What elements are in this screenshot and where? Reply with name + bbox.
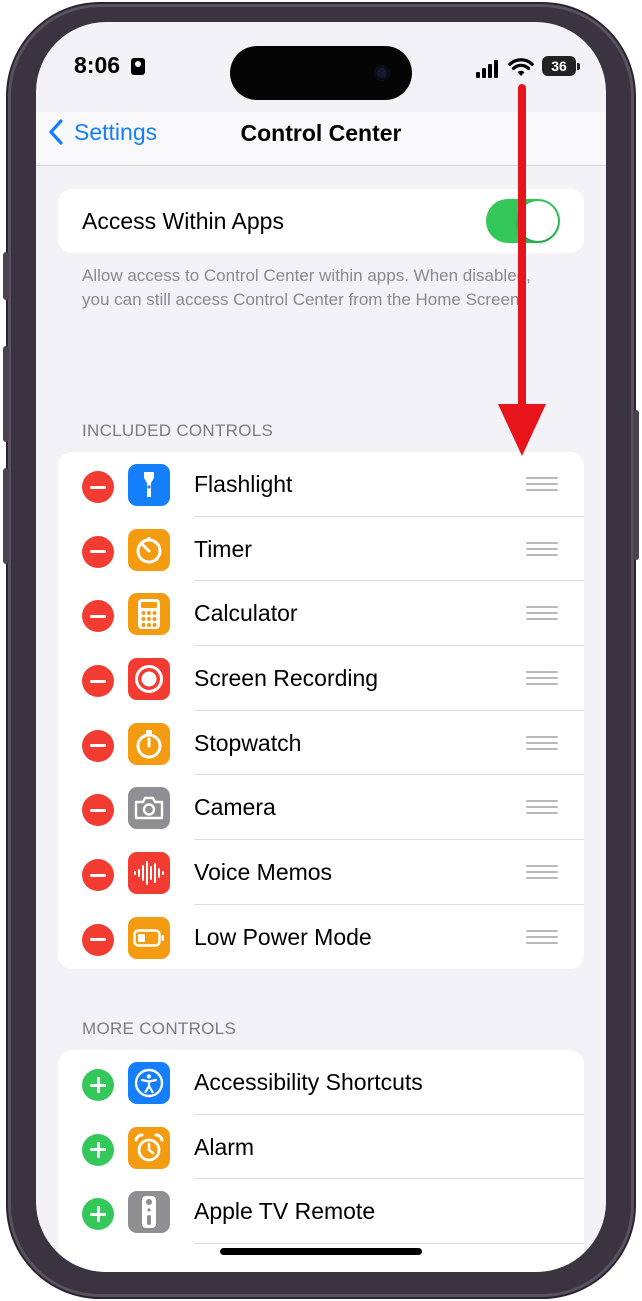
access-within-apps-row: Access Within Apps	[58, 189, 584, 253]
remove-control-button[interactable]	[82, 729, 114, 762]
volume-down-button	[3, 468, 9, 564]
reorder-handle-icon[interactable]	[526, 606, 558, 621]
control-label: Voice Memos	[194, 859, 333, 886]
home-indicator[interactable]	[220, 1248, 422, 1255]
screen-recording-icon	[128, 658, 170, 701]
control-label: Alarm	[194, 1133, 255, 1160]
cellular-signal-icon	[476, 60, 502, 78]
control-label: Low Power Mode	[194, 923, 372, 950]
control-label: Calculator	[194, 600, 298, 627]
control-row-remote[interactable]: Apple TV Remote	[58, 1179, 584, 1245]
control-row-accessibility[interactable]: Accessibility Shortcuts	[58, 1050, 584, 1115]
reorder-handle-icon[interactable]	[526, 735, 558, 751]
control-row-battery[interactable]: Low Power Mode	[58, 905, 584, 969]
battery-percent: 36	[551, 58, 567, 74]
add-control-button[interactable]	[82, 1069, 114, 1101]
battery-level-icon: 36	[542, 56, 580, 76]
reorder-handle-icon[interactable]	[526, 800, 558, 815]
control-row-calculator[interactable]: Calculator	[58, 581, 584, 647]
control-row-voice-memos[interactable]: Voice Memos	[58, 840, 584, 905]
add-control-button[interactable]	[82, 1198, 114, 1231]
battery-icon	[128, 916, 170, 959]
control-label: Flashlight	[194, 471, 293, 497]
stopwatch-icon	[128, 722, 170, 765]
remove-control-button[interactable]	[82, 923, 114, 956]
navigation-bar: Settings Control Center	[36, 112, 606, 166]
timer-icon	[128, 528, 170, 571]
reorder-handle-icon[interactable]	[526, 671, 558, 686]
status-time: 8:06	[74, 52, 121, 78]
control-label: Timer	[194, 535, 252, 562]
control-label: Camera	[194, 794, 276, 821]
control-row-screen-recording[interactable]: Screen Recording	[58, 646, 584, 711]
access-within-apps-toggle[interactable]	[486, 199, 560, 243]
camera-icon	[128, 787, 170, 830]
control-row-timer[interactable]: Timer	[58, 517, 584, 582]
access-within-apps-label: Access Within Apps	[82, 207, 284, 234]
remove-control-button[interactable]	[82, 600, 114, 633]
reorder-handle-icon[interactable]	[526, 865, 558, 880]
remove-control-button[interactable]	[82, 859, 114, 892]
control-label: Apple TV Remote	[194, 1198, 376, 1225]
voice-memos-icon	[128, 852, 170, 895]
flashlight-icon	[128, 464, 170, 506]
remove-control-button[interactable]	[82, 535, 114, 568]
remove-control-button[interactable]	[82, 794, 114, 827]
contact-badge-icon	[131, 58, 145, 75]
access-card: Access Within Apps	[58, 189, 584, 253]
screen: 8:06 36 Settings Control Center Access W…	[36, 22, 606, 1272]
included-controls-header: INCLUDED CONTROLS	[82, 421, 274, 440]
page-title: Control Center	[240, 120, 402, 146]
remove-control-button[interactable]	[82, 665, 114, 698]
control-label: Screen Recording	[194, 665, 379, 692]
alarm-icon	[128, 1126, 170, 1169]
access-footnote: Allow access to Control Center within ap…	[82, 266, 531, 309]
calculator-icon	[128, 593, 170, 636]
volume-up-button	[3, 346, 9, 442]
reorder-handle-icon[interactable]	[526, 929, 558, 945]
accessibility-icon	[128, 1062, 170, 1104]
wifi-icon	[508, 58, 534, 76]
more-controls-list: Accessibility Shortcuts Alarm Apple TV Rem…	[58, 1050, 584, 1272]
control-row-alarm[interactable]: Alarm	[58, 1115, 584, 1180]
control-row-camera[interactable]: Camera	[58, 775, 584, 841]
action-button	[3, 252, 9, 300]
remove-control-button[interactable]	[82, 471, 114, 503]
reorder-handle-icon[interactable]	[526, 541, 558, 557]
control-row-flashlight[interactable]: Flashlight	[58, 452, 584, 517]
toggle-knob	[518, 201, 558, 241]
add-control-button[interactable]	[82, 1133, 114, 1166]
reorder-handle-icon[interactable]	[526, 477, 558, 492]
dynamic-island	[230, 46, 412, 100]
more-controls-header: MORE CONTROLS	[82, 1019, 237, 1038]
control-label: Accessibility Shortcuts	[194, 1069, 423, 1095]
control-label: Stopwatch	[194, 729, 302, 756]
row-separator	[194, 1243, 584, 1245]
power-button	[633, 410, 639, 560]
included-controls-list: Flashlight Timer Calculator Screen Recordin…	[58, 452, 584, 969]
remote-icon	[128, 1191, 170, 1234]
front-camera	[374, 65, 390, 81]
control-row-stopwatch[interactable]: Stopwatch	[58, 711, 584, 776]
